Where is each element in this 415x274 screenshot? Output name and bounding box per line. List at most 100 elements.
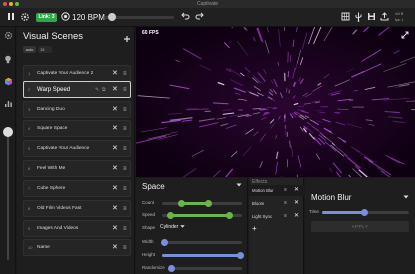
scene-item[interactable]: 1 Captivate Your Audience 2 ✕ ≡: [23, 65, 131, 82]
apply-button[interactable]: APPLY: [311, 221, 409, 232]
visualizer-type-dropdown[interactable]: [236, 183, 242, 189]
scene-item[interactable]: 4 Square Space ✕ ≡: [23, 120, 131, 137]
scene-name: Feel With Me: [37, 166, 66, 171]
drag-handle-icon[interactable]: ≡: [123, 221, 127, 237]
window-title: Captivate: [196, 1, 219, 7]
add-scene-button[interactable]: [123, 30, 131, 48]
auto-count-input[interactable]: 15: [38, 46, 52, 53]
drag-handle-icon[interactable]: ≡: [123, 201, 127, 217]
drag-handle-icon[interactable]: ≡: [123, 181, 127, 197]
scene-number: 5: [28, 146, 31, 151]
speed-slider-min-knob[interactable]: [167, 212, 174, 219]
drag-handle-icon[interactable]: ≡: [284, 198, 287, 209]
scene-number: 6: [28, 166, 31, 171]
add-effect-button[interactable]: +: [252, 224, 257, 233]
nav-mixer[interactable]: [3, 99, 13, 109]
scene-number: 4: [28, 126, 31, 131]
expand-icon: [401, 31, 409, 39]
scene-item[interactable]: 10 Name ✕ ≡: [23, 239, 131, 256]
scene-item[interactable]: 7 Cube Sphere ✕ ≡: [23, 180, 131, 197]
drag-handle-icon[interactable]: ≡: [284, 185, 287, 196]
delete-scene-icon[interactable]: ✕: [112, 66, 118, 82]
effect-title: Motion Blur: [311, 193, 352, 202]
scene-item[interactable]: 5 Captivate Your Audience ✕ ≡: [23, 140, 131, 157]
drag-handle-icon[interactable]: ≡: [284, 211, 287, 222]
usb-icon: [355, 12, 362, 22]
redo-icon: [195, 12, 204, 20]
drag-handle-icon[interactable]: ≡: [123, 161, 127, 177]
master-slider-track[interactable]: [7, 130, 9, 260]
nav-lights[interactable]: [3, 55, 13, 65]
drag-handle-icon[interactable]: ≡: [123, 82, 127, 98]
nav-settings[interactable]: [3, 31, 13, 41]
drag-handle-icon[interactable]: ≡: [123, 141, 127, 157]
redo-button[interactable]: [194, 12, 205, 23]
grid-icon: [341, 12, 350, 21]
drag-handle-icon[interactable]: ≡: [123, 66, 127, 82]
link-badge[interactable]: Link: 3: [36, 13, 57, 22]
effect-item[interactable]: Bloom ≡ ✕: [249, 198, 304, 209]
drag-handle-icon[interactable]: ≡: [123, 121, 127, 137]
bpm-slider-knob[interactable]: [107, 13, 116, 21]
randomize-slider[interactable]: [169, 267, 242, 270]
time-slider-knob[interactable]: [361, 209, 368, 216]
visualizer-preview[interactable]: 60 FPS: [136, 27, 415, 177]
delete-scene-icon[interactable]: ✕: [112, 82, 118, 98]
usb-button[interactable]: [353, 12, 364, 23]
scene-item[interactable]: 8 Old Film Videos Fast ✕ ≡: [23, 200, 131, 217]
randomize-slider-knob[interactable]: [168, 265, 175, 272]
chevron-down-icon: [180, 225, 185, 228]
auto-toggle[interactable]: auto: [23, 46, 36, 53]
width-slider[interactable]: [162, 241, 242, 244]
delete-effect-icon[interactable]: ✕: [294, 211, 299, 222]
warp-speed-starfield: [136, 27, 415, 177]
effect-item[interactable]: Light Sync ≡ ✕: [249, 211, 304, 222]
randomize-label: Randomize: [142, 265, 165, 270]
scene-item[interactable]: 3 Dancing Duo ✕ ≡: [23, 101, 131, 118]
fps-status-text: fps: 1: [395, 18, 404, 22]
scene-edit-icon[interactable]: ✎: [95, 82, 99, 98]
gear-icon: [4, 31, 12, 40]
delete-scene-icon[interactable]: ✕: [112, 121, 118, 137]
shape-select[interactable]: Cylinder: [160, 224, 185, 230]
scene-number: 9: [28, 226, 31, 231]
effect-type-dropdown[interactable]: [403, 195, 409, 201]
scene-number: 3: [28, 107, 31, 112]
delete-scene-icon[interactable]: ✕: [112, 102, 118, 118]
height-label: Height: [142, 252, 156, 257]
delete-scene-icon[interactable]: ✕: [112, 141, 118, 157]
effect-item[interactable]: Motion Blur ≡ ✕: [249, 185, 304, 196]
count-slider-max-knob[interactable]: [205, 200, 212, 207]
load-button[interactable]: [379, 12, 390, 23]
undo-button[interactable]: [180, 12, 191, 23]
scene-item[interactable]: 9 Images And Videos ✕ ≡: [23, 220, 131, 237]
scene-duplicate-icon[interactable]: ⧉: [102, 82, 106, 98]
pause-button[interactable]: [6, 12, 16, 23]
delete-effect-icon[interactable]: ✕: [294, 198, 299, 209]
tap-tempo-button[interactable]: [60, 12, 70, 23]
delete-effect-icon[interactable]: ✕: [294, 185, 299, 196]
scene-item[interactable]: 6 Feel With Me ✕ ≡: [23, 160, 131, 177]
master-slider-knob[interactable]: [3, 127, 13, 137]
height-slider-knob[interactable]: [237, 252, 244, 259]
scene-item[interactable]: 2 Warp Speed ✎ ⧉ ✕ ≡: [23, 81, 131, 98]
chevron-down-icon: [403, 195, 409, 199]
save-icon: [368, 13, 375, 20]
midi-button[interactable]: [20, 12, 30, 23]
width-slider-knob[interactable]: [161, 239, 168, 246]
drag-handle-icon[interactable]: ≡: [123, 102, 127, 118]
fullscreen-button[interactable]: [401, 31, 409, 41]
delete-scene-icon[interactable]: ✕: [112, 201, 118, 217]
dmx-view-button[interactable]: [340, 12, 351, 23]
count-slider-min-knob[interactable]: [178, 200, 185, 207]
width-label: Width: [142, 239, 154, 244]
effect-params-panel: Motion Blur Time APPLY: [305, 178, 415, 274]
delete-scene-icon[interactable]: ✕: [112, 181, 118, 197]
speed-slider-max-knob[interactable]: [226, 212, 233, 219]
save-button[interactable]: [366, 12, 377, 23]
delete-scene-icon[interactable]: ✕: [112, 161, 118, 177]
delete-scene-icon[interactable]: ✕: [112, 240, 118, 256]
drag-handle-icon[interactable]: ≡: [123, 240, 127, 256]
nav-visualizer[interactable]: [3, 77, 13, 87]
delete-scene-icon[interactable]: ✕: [112, 221, 118, 237]
